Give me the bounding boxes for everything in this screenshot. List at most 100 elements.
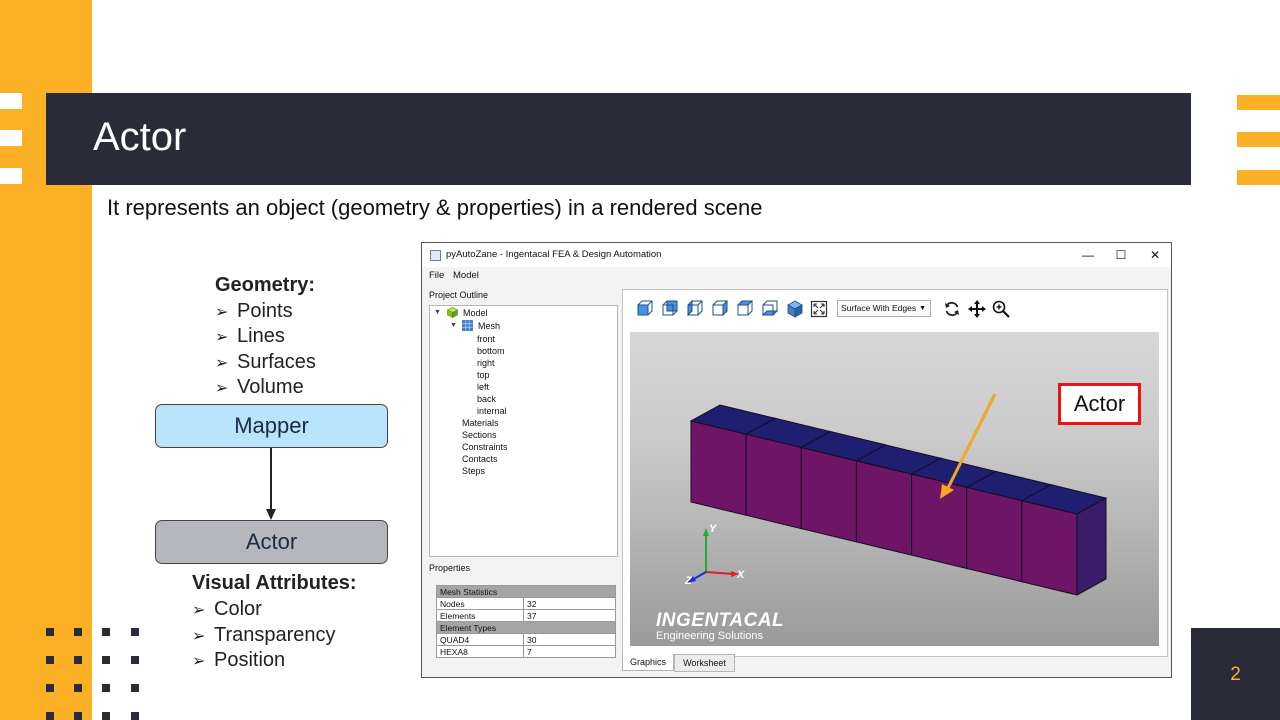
decor-dot (102, 684, 110, 692)
axis-label-z: Z (684, 575, 693, 587)
decor-dot (74, 684, 82, 692)
beam-side-face (855, 460, 913, 556)
right-decor-bar (1237, 95, 1280, 110)
beam-side-face (911, 473, 968, 570)
tree-item-internal[interactable]: internal (477, 406, 507, 416)
view-top-icon[interactable] (736, 300, 754, 318)
tree-item-model[interactable]: Model (463, 308, 488, 318)
visual-attributes-heading: Visual Attributes: (192, 572, 357, 594)
tree-item-left[interactable]: left (477, 382, 489, 392)
tree-item-sections[interactable]: Sections (462, 430, 497, 440)
tree-item-mesh[interactable]: Mesh (478, 321, 500, 331)
minimize-button[interactable]: — (1071, 245, 1105, 265)
slide-title: Actor (93, 115, 187, 159)
menu-model[interactable]: Model (453, 270, 479, 281)
visual-attribute-item: ➢ Color (192, 598, 262, 620)
beam-side-face (800, 446, 857, 543)
graphics-panel: Surface With Edges ▼ Y X Z INGENTACAL En… (622, 289, 1168, 657)
mapper-box: Mapper (155, 404, 388, 448)
bullet-arrow-icon: ➢ (192, 628, 206, 645)
zoom-icon[interactable] (992, 300, 1010, 318)
tree-item-bottom[interactable]: bottom (477, 346, 505, 356)
tree-item-top[interactable]: top (477, 370, 490, 380)
expand-arrow-icon[interactable]: ▼ (434, 309, 441, 316)
property-value: 37 (523, 609, 616, 622)
table-section-header: Mesh Statistics (436, 585, 616, 598)
tree-item-back[interactable]: back (477, 394, 496, 404)
left-decor-bar (0, 130, 22, 146)
decor-dot (74, 712, 82, 720)
slide-subtitle: It represents an object (geometry & prop… (107, 195, 763, 220)
bullet-arrow-icon: ➢ (192, 653, 206, 670)
chevron-down-icon: ▼ (919, 305, 926, 312)
project-tree: ▼ Model ▼ Mesh front bottom right top le… (429, 305, 618, 557)
table-row: Nodes 32 (436, 597, 616, 610)
decor-dot (74, 628, 82, 636)
right-decor-bar (1237, 170, 1280, 185)
slide-header: Actor (46, 93, 1191, 185)
geometry-heading: Geometry: (215, 274, 316, 296)
bullet-arrow-icon: ➢ (192, 602, 206, 619)
geometry-item: ➢ Volume (215, 376, 304, 398)
tree-item-right[interactable]: right (477, 358, 495, 368)
property-key: Nodes (436, 597, 524, 610)
element-types-header: Element Types (436, 621, 616, 634)
property-value: 7 (523, 645, 616, 658)
pan-icon[interactable] (968, 300, 986, 318)
page-number-box: 2 (1191, 628, 1280, 720)
property-value: 32 (523, 597, 616, 610)
beam-actor (689, 404, 1108, 596)
decor-dot (74, 656, 82, 664)
beam-side-face (690, 420, 747, 516)
decor-dot (131, 712, 139, 720)
beam-end-face (1076, 497, 1107, 596)
decor-dot (102, 628, 110, 636)
decor-dot (131, 684, 139, 692)
view-left-icon[interactable] (686, 300, 704, 318)
geometry-item: ➢ Surfaces (215, 351, 316, 373)
view-bottom-icon[interactable] (761, 300, 779, 318)
beam-side-face (966, 486, 1023, 583)
axis-label-y: Y (709, 523, 718, 535)
tab-worksheet[interactable]: Worksheet (674, 654, 735, 672)
tree-item-front[interactable]: front (477, 334, 495, 344)
tree-item-constraints[interactable]: Constraints (462, 442, 508, 452)
render-mode-value: Surface With Edges (841, 303, 917, 313)
menu-file[interactable]: File (429, 270, 444, 281)
maximize-button[interactable]: ☐ (1104, 245, 1138, 265)
mesh-grid-icon (462, 320, 473, 331)
view-right-icon[interactable] (711, 300, 729, 318)
rotate-icon[interactable] (943, 300, 961, 318)
property-value: 30 (523, 633, 616, 646)
logo-tagline: Engineering Solutions (656, 630, 764, 642)
window-title: pyAutoZane - Ingentacal FEA & Design Aut… (446, 249, 662, 260)
app-window: pyAutoZane - Ingentacal FEA & Design Aut… (421, 242, 1172, 678)
fit-view-icon[interactable] (810, 300, 828, 318)
app-icon (430, 250, 441, 261)
title-bar[interactable]: pyAutoZane - Ingentacal FEA & Design Aut… (422, 243, 1171, 267)
tree-item-contacts[interactable]: Contacts (462, 454, 498, 464)
decor-dot (131, 628, 139, 636)
page-number: 2 (1230, 664, 1241, 685)
right-decor-bar (1237, 132, 1280, 147)
view-back-icon[interactable] (661, 300, 679, 318)
left-decor-bar (0, 168, 22, 184)
beam-scene: Y X Z (684, 393, 1108, 596)
menu-bar: File Model (422, 267, 1171, 285)
axis-triad (687, 528, 739, 583)
3d-viewport[interactable]: Y X Z INGENTACAL Engineering Solutions A… (630, 332, 1159, 646)
tab-graphics[interactable]: Graphics (622, 654, 674, 671)
property-key: HEXA8 (436, 645, 524, 658)
beam-side-face (1021, 500, 1078, 596)
expand-arrow-icon[interactable]: ▼ (450, 322, 457, 329)
actor-box: Actor (155, 520, 388, 564)
properties-panel: Mesh Statistics Nodes 32 Elements 37 Ele… (436, 585, 616, 658)
tree-item-steps[interactable]: Steps (462, 466, 485, 476)
render-mode-dropdown[interactable]: Surface With Edges ▼ (837, 300, 931, 317)
view-iso-icon[interactable] (786, 300, 804, 318)
tree-item-materials[interactable]: Materials (462, 418, 499, 428)
table-section-header: Element Types (436, 621, 616, 634)
close-button[interactable]: ✕ (1138, 245, 1172, 265)
connector-arrowhead (266, 509, 276, 520)
view-front-icon[interactable] (636, 300, 654, 318)
